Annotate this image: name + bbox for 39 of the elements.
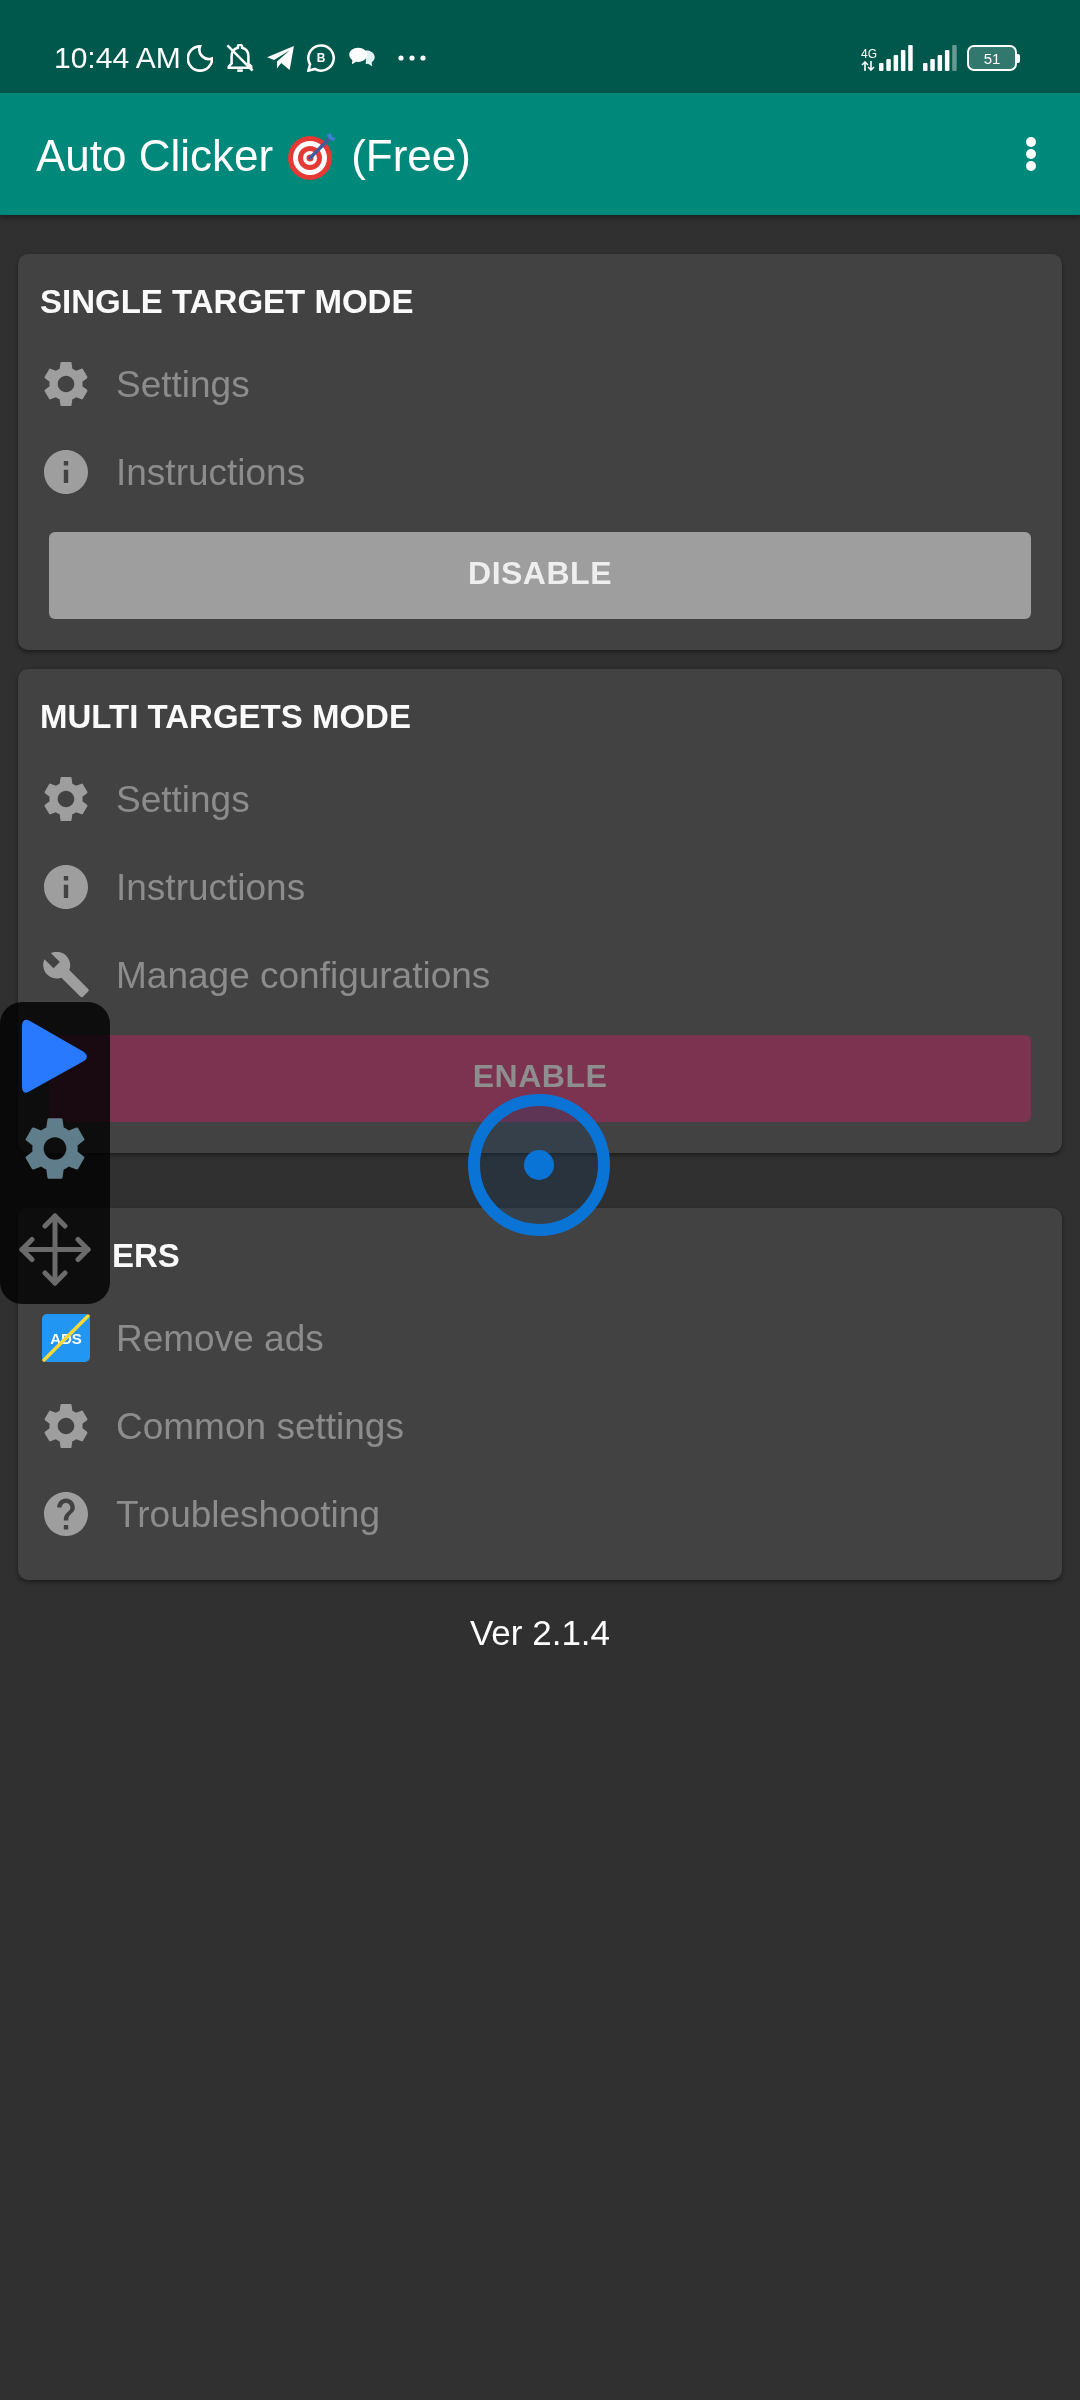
menu-item[interactable]: Settings [18,340,1062,428]
gear-icon [44,361,88,407]
bell-off-icon [225,44,254,72]
section-title: ERS [112,1236,180,1276]
paper-plane-icon [266,46,294,70]
menu-item[interactable]: Instructions [18,428,1062,516]
menu-item[interactable]: Instructions [18,843,1062,931]
target-marker[interactable] [468,1094,610,1236]
signal-icon [923,45,957,71]
help-icon [44,1492,88,1536]
app-title: Auto Clicker [36,134,274,178]
signal-icon [879,45,913,71]
icon-letter: B [316,52,326,64]
info-icon [44,450,88,494]
menu-item[interactable]: Settings [18,755,1062,843]
edition-label: (Free) [351,134,471,178]
menu-item[interactable]: Common settings [18,1382,1062,1470]
move-icon[interactable] [18,1212,92,1287]
info-icon [44,865,88,909]
wrench-icon [43,952,89,998]
gear-icon[interactable] [25,1117,85,1180]
dart-target-icon [287,131,338,181]
menu-item[interactable]: Manage configurations [18,931,1062,1019]
gear-icon [44,776,88,822]
moon-icon [186,44,213,72]
menu-item[interactable]: Troubleshooting [18,1470,1062,1558]
disable-button[interactable]: DISABLE [49,532,1031,619]
status-time: 10:44 AM [54,43,181,73]
gear-icon [44,1403,88,1449]
battery-level-text: 51 [983,50,1001,66]
more-options-icon[interactable] [1025,137,1037,171]
version-label: Ver 2.1.4 [468,1612,612,1654]
more-icon [397,55,426,61]
section-title: SINGLE TARGET MODE [40,282,414,322]
network-type-label: 4G [861,48,877,60]
play-icon[interactable] [21,1019,89,1094]
data-arrows-icon [861,61,875,71]
section-title: MULTI TARGETS MODE [40,697,411,737]
speech-bubble-icon [306,44,335,72]
